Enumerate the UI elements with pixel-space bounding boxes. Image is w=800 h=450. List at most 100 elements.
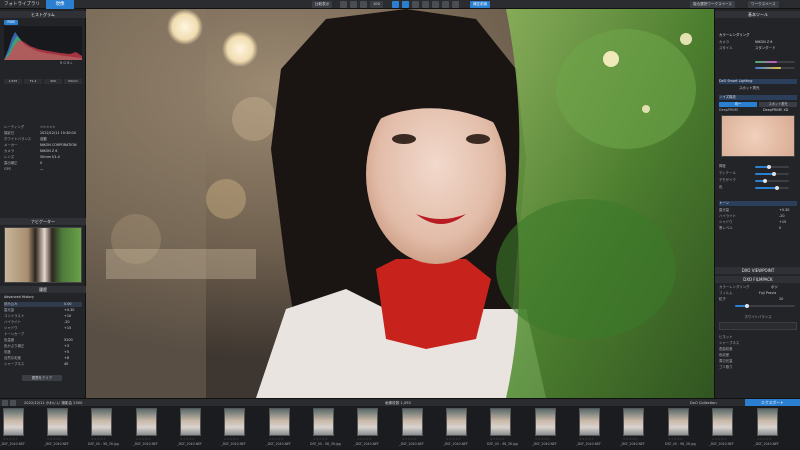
workspace-combo-button[interactable]: 複合選択ワークスペース: [690, 1, 735, 8]
history-item[interactable]: シャープネス 40: [4, 362, 82, 367]
lighting-option-spot[interactable]: スポット測光: [759, 102, 797, 107]
history-item[interactable]: 露光量 +0.30: [4, 308, 82, 313]
tool-row[interactable]: ゴミ取り: [719, 365, 797, 370]
film-thumb[interactable]: ☆☆☆☆☆ _DSF_2040.NEF: [532, 408, 570, 448]
thumb-rating[interactable]: ☆☆☆☆☆: [579, 437, 594, 441]
history-item[interactable]: 自然な彩度 +8: [4, 356, 82, 361]
history-item[interactable]: 色温度 5200: [4, 338, 82, 343]
main-image-viewer[interactable]: [86, 9, 714, 398]
tone-row[interactable]: 露光量 +0.30: [719, 208, 797, 213]
history-item[interactable]: 読み込み 0.00: [4, 302, 82, 307]
film-thumb[interactable]: ☆☆☆☆☆ _DSF_2040.NEF: [443, 408, 481, 448]
film-thumb[interactable]: ☆☆☆☆☆ _DSF_2040.NEF: [754, 408, 792, 448]
viewpoint-header[interactable]: DXO VIEWPOINT: [715, 267, 800, 274]
thumb-rating[interactable]: ☆☆☆☆☆: [224, 437, 239, 441]
grid-icon[interactable]: [340, 1, 347, 8]
thumb-rating[interactable]: ☆☆☆☆☆: [136, 437, 151, 441]
navigator-thumbnail[interactable]: [4, 227, 82, 283]
color-slider[interactable]: [755, 186, 789, 190]
filmpack-row[interactable]: カラーレンダリング ポジ: [719, 285, 797, 290]
wb-preset-box[interactable]: [719, 322, 797, 330]
tint-slider[interactable]: [755, 61, 795, 63]
thumb-rating[interactable]: ☆☆☆☆☆: [757, 437, 772, 441]
filmpack-row[interactable]: フィルム Fuji Provia: [719, 291, 797, 296]
grain-slider[interactable]: [735, 304, 795, 308]
loupe-preview[interactable]: [721, 115, 795, 157]
history-item[interactable]: 色かぶり補正 +3: [4, 344, 82, 349]
history-item[interactable]: シャドウ +15: [4, 326, 82, 331]
thumb-rating[interactable]: ☆☆☆☆☆: [490, 437, 505, 441]
film-thumb[interactable]: ☆☆☆☆☆ DSF_00 - 98_36.jpg: [665, 408, 703, 448]
perspective-icon[interactable]: [412, 1, 419, 8]
eye-dropper-icon[interactable]: [432, 1, 439, 8]
film-thumb[interactable]: ☆☆☆☆☆ _DSF_2040.NEF: [620, 408, 658, 448]
crop-icon[interactable]: [392, 1, 399, 8]
workspace-button[interactable]: ワークスペース: [748, 1, 779, 8]
thumb-rating[interactable]: ☆☆☆☆☆: [91, 437, 106, 441]
compare-button[interactable]: 比較表示: [312, 1, 333, 8]
thumb-rating[interactable]: ☆☆☆☆☆: [3, 437, 18, 441]
thumb-rating[interactable]: ☆☆☆☆☆: [535, 437, 550, 441]
lighting-option-uniform[interactable]: 均一: [719, 102, 757, 107]
before-after-button[interactable]: 補正前後: [470, 1, 491, 8]
tool-row[interactable]: 周辺光量: [719, 359, 797, 364]
wb-header[interactable]: ホワイトバランス: [719, 315, 797, 320]
film-thumb[interactable]: ☆☆☆☆☆ _DSF_2040.NEF: [266, 408, 304, 448]
stamp-icon[interactable]: [442, 1, 449, 8]
tool-row[interactable]: 色収差: [719, 353, 797, 358]
film-thumb[interactable]: ☆☆☆☆☆ DSF_00 - 98_36.jpg: [310, 408, 348, 448]
lighting-mode-row[interactable]: スポット測光: [719, 86, 797, 91]
hist-channels[interactable]: R G B L: [60, 61, 84, 66]
film-thumb[interactable]: ☆☆☆☆☆ _DSF_2040.NEF: [177, 408, 215, 448]
film-thumb[interactable]: ☆☆☆☆☆ _DSF_2040.NEF: [44, 408, 82, 448]
tool-row[interactable]: 歪曲収差: [719, 347, 797, 352]
smart-lighting-header[interactable]: DxO Smart Lighting: [719, 79, 797, 84]
film-thumb[interactable]: ☆☆☆☆☆ _DSF_2040.NEF: [576, 408, 614, 448]
denoise-options[interactable]: DeepPRIME DeepPRIME XD: [719, 108, 797, 113]
navigator-header[interactable]: ナビゲーター: [0, 218, 86, 225]
film-thumb[interactable]: ☆☆☆☆☆ _DSF_2040.NEF: [133, 408, 171, 448]
history-item[interactable]: トーンカーブ: [4, 332, 82, 337]
thumb-rating[interactable]: ☆☆☆☆☆: [313, 437, 328, 441]
thumb-rating[interactable]: ☆☆☆☆☆: [623, 437, 638, 441]
temp-slider[interactable]: [755, 67, 795, 69]
horizon-icon[interactable]: [402, 1, 409, 8]
thumb-rating[interactable]: ☆☆☆☆☆: [180, 437, 195, 441]
luminance-slider[interactable]: [755, 165, 789, 169]
tool-row[interactable]: ビネット: [719, 335, 797, 340]
film-thumb[interactable]: ☆☆☆☆☆ _DSF_2040.NEF: [221, 408, 259, 448]
history-item[interactable]: 彩度 +5: [4, 350, 82, 355]
demosaic-slider[interactable]: [755, 179, 789, 183]
tab-develop[interactable]: 現像: [46, 0, 74, 9]
detail-slider[interactable]: [755, 172, 789, 176]
thumb-rating[interactable]: ☆☆☆☆☆: [712, 437, 727, 441]
tone-row[interactable]: シャドウ +15: [719, 220, 797, 225]
film-thumb[interactable]: ☆☆☆☆☆ _DSF_2040.NEF: [354, 408, 392, 448]
history-item[interactable]: コントラスト +10: [4, 314, 82, 319]
thumb-rating[interactable]: ☆☆☆☆☆: [47, 437, 62, 441]
color-row[interactable]: スタイル スタンダード: [719, 46, 797, 51]
tab-photo-library[interactable]: フォトライブラリ: [0, 0, 46, 9]
color-row[interactable]: カメラ NIKON Z 6: [719, 40, 797, 45]
basic-tools-header[interactable]: 基本ツール: [715, 11, 800, 18]
brush-icon[interactable]: [422, 1, 429, 8]
thumb-rating[interactable]: ☆☆☆☆☆: [269, 437, 284, 441]
thumb-rating[interactable]: ☆☆☆☆☆: [357, 437, 372, 441]
zoom-icon[interactable]: [360, 1, 367, 8]
thumb-rating[interactable]: ☆☆☆☆☆: [446, 437, 461, 441]
film-thumb[interactable]: ☆☆☆☆☆ _DSF_2040.NEF: [0, 408, 38, 448]
hist-mode-toggle[interactable]: RGB: [4, 20, 18, 25]
clear-history-button[interactable]: 履歴をクリア: [22, 375, 62, 381]
zoom-level[interactable]: 100: [370, 1, 383, 8]
histogram-header[interactable]: ヒストグラム: [0, 11, 86, 18]
local-adjust-icon[interactable]: [452, 1, 459, 8]
tone-header[interactable]: トーン: [719, 201, 797, 206]
tone-row[interactable]: ハイライト -20: [719, 214, 797, 219]
filmpack-row[interactable]: 粒子 20: [719, 297, 797, 302]
filmpack-header[interactable]: DXO FILMPACK: [715, 276, 800, 283]
film-thumb[interactable]: ☆☆☆☆☆ _DSF_2040.NEF: [399, 408, 437, 448]
tool-row[interactable]: シャープネス: [719, 341, 797, 346]
film-thumb[interactable]: ☆☆☆☆☆ DSF_00 - 98_36.jpg: [487, 408, 525, 448]
denoise-header[interactable]: ノイズ除去: [719, 95, 797, 100]
history-item[interactable]: ハイライト -20: [4, 320, 82, 325]
